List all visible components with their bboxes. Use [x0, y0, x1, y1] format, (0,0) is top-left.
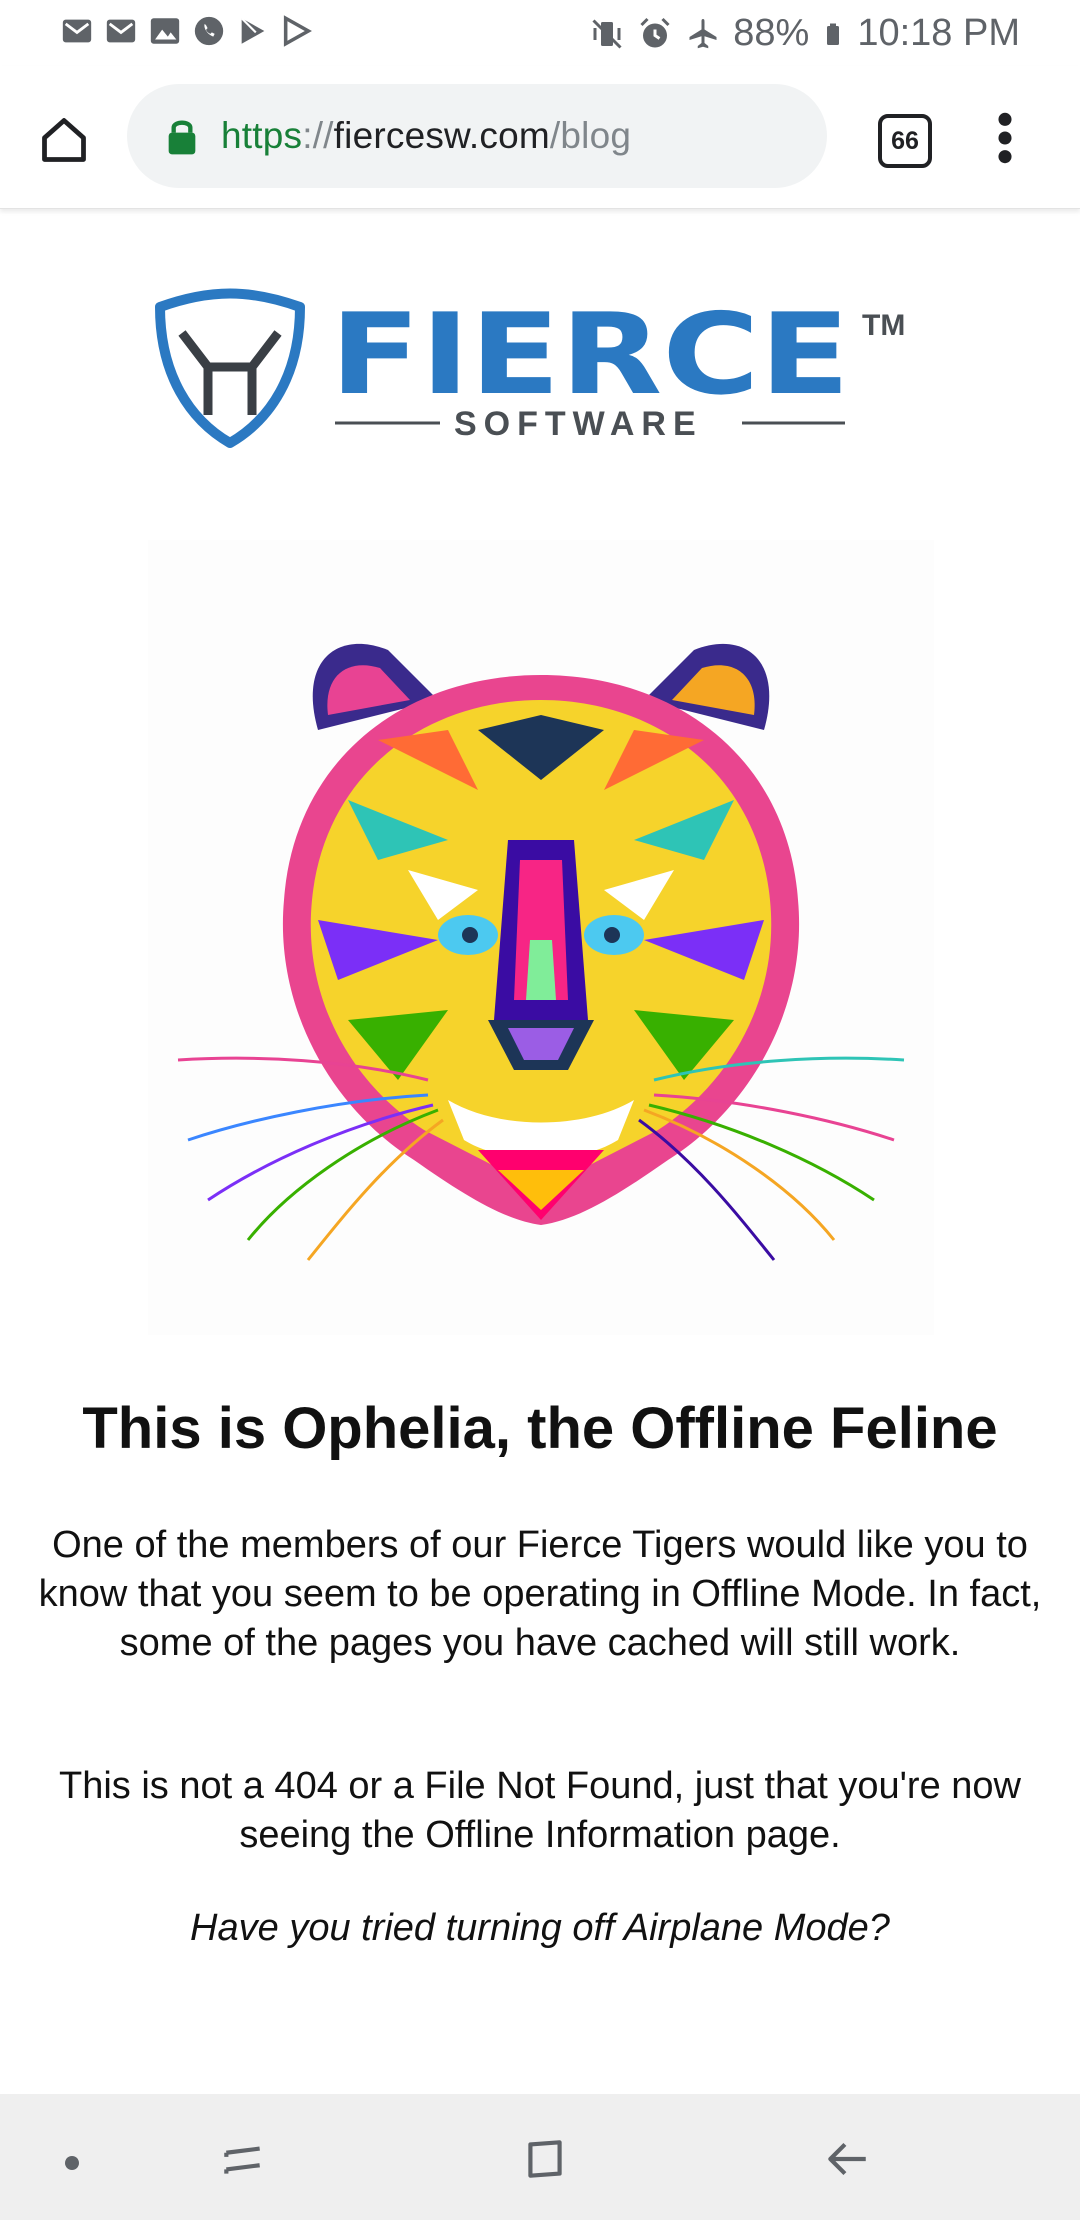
back-icon[interactable]	[820, 2134, 874, 2184]
clock: 10:18 PM	[857, 12, 1020, 54]
gmail-icon	[62, 19, 92, 43]
offline-intro-paragraph: One of the members of our Fierce Tigers …	[38, 1524, 1042, 1664]
tab-switcher-button[interactable]: 66	[878, 114, 932, 168]
colorful-tiger-illustration	[148, 540, 934, 1335]
notification-icons	[60, 14, 314, 48]
more-menu-icon[interactable]	[990, 110, 1020, 166]
brand-wordmark: FIERCE	[330, 290, 850, 420]
url-scheme: https	[221, 115, 303, 156]
airplane-icon	[689, 18, 717, 48]
play-store-icon	[283, 15, 312, 47]
vibrate-mute-icon	[592, 18, 622, 49]
phone-icon	[194, 16, 224, 46]
alarm-icon	[640, 17, 670, 47]
fierce-software-logo: FIERCE TM SOFTWARE	[155, 288, 905, 448]
airplane-mode-question: Have you tried turning off Airplane Mode…	[190, 1907, 890, 1949]
not-404-paragraph: This is not a 404 or a File Not Found, j…	[59, 1765, 1021, 1856]
system-icons: 88% 10:18 PM	[589, 12, 1020, 55]
brand-tagline: SOFTWARE	[454, 405, 703, 443]
lock-icon	[168, 120, 196, 155]
tab-count: 66	[891, 126, 919, 155]
battery-icon	[827, 23, 840, 45]
status-bar: 88% 10:18 PM	[0, 0, 1080, 66]
page-heading: This is Ophelia, the Offline Feline	[82, 1396, 998, 1461]
browser-toolbar: https://fiercesw.com/blog 66	[0, 66, 1080, 209]
dot-icon[interactable]	[65, 2156, 79, 2170]
url-path: /blog	[549, 115, 632, 156]
address-bar[interactable]: https://fiercesw.com/blog	[127, 84, 827, 188]
url-text[interactable]: https://fiercesw.com/blog	[221, 115, 631, 157]
gmail-icon	[106, 19, 136, 43]
url-host: fiercesw.com	[333, 115, 550, 156]
recents-icon[interactable]	[218, 2134, 268, 2184]
trademark-symbol: TM	[862, 309, 905, 342]
home-icon	[42, 118, 86, 162]
play-store-icon	[240, 17, 265, 44]
url-separator: ://	[302, 115, 334, 156]
shield-icon	[155, 288, 305, 448]
home-button[interactable]	[30, 106, 98, 174]
battery-percentage: 88%	[733, 12, 810, 54]
system-navigation-bar	[0, 2094, 1080, 2220]
home-nav-icon[interactable]	[520, 2134, 570, 2184]
gallery-icon	[150, 18, 180, 44]
